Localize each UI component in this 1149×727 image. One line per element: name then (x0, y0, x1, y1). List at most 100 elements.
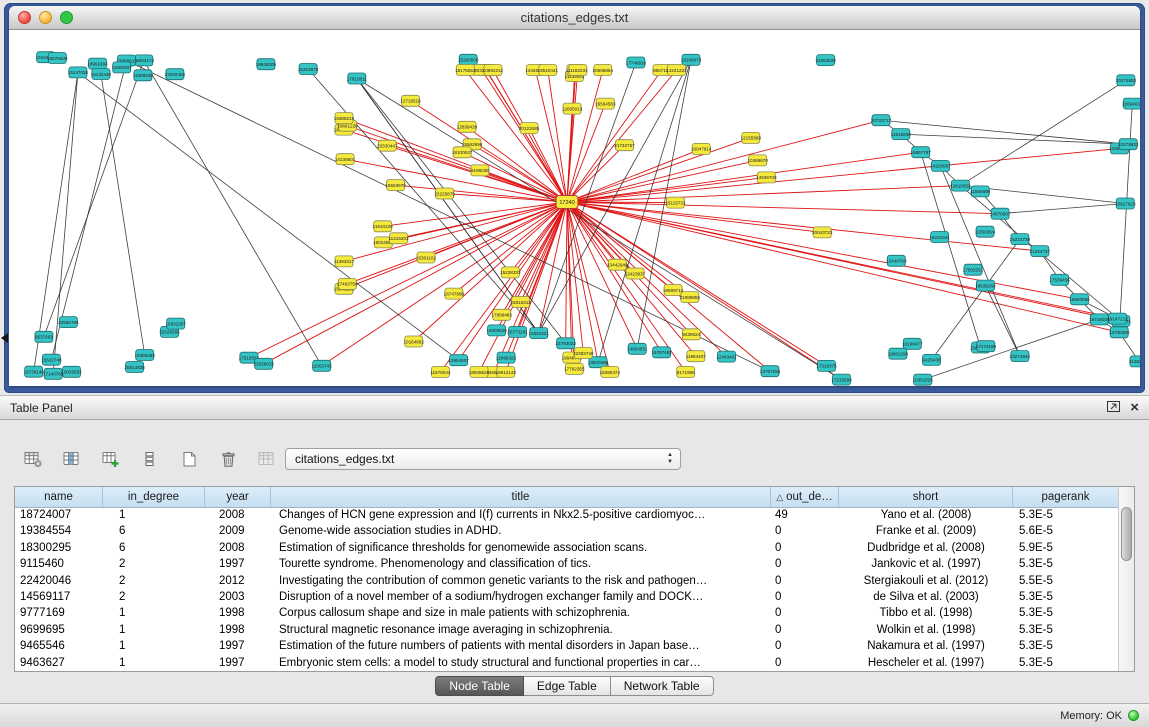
svg-text:17762355: 17762355 (564, 367, 585, 372)
svg-text:19797481: 19797481 (651, 350, 672, 355)
svg-text:10892212: 10892212 (483, 68, 504, 73)
column-header-out-degree[interactable]: △out_de… (771, 487, 839, 507)
close-window-button[interactable] (18, 11, 31, 24)
tab-edge-table[interactable]: Edge Table (524, 676, 611, 696)
table-cell: 0 (771, 589, 839, 605)
minimize-window-button[interactable] (39, 11, 52, 24)
float-panel-icon[interactable] (1107, 396, 1120, 420)
show-columns-icon[interactable] (59, 447, 85, 471)
svg-text:14870907: 14870907 (990, 212, 1011, 217)
svg-text:14939709: 14939709 (756, 175, 777, 180)
table-row[interactable]: 1872400712008Changes of HCN gene express… (15, 507, 1119, 523)
table-cell: 2 (103, 589, 205, 605)
scrollbar-thumb[interactable] (1121, 507, 1132, 561)
svg-text:14220687: 14220687 (930, 164, 951, 169)
table-settings-icon[interactable] (20, 447, 46, 471)
table-cell: 0 (771, 556, 839, 572)
svg-text:21989855: 21989855 (680, 295, 701, 300)
svg-text:20814838: 20814838 (124, 365, 145, 370)
svg-text:12810652: 12810652 (950, 183, 971, 188)
add-column-icon[interactable] (98, 447, 124, 471)
table-row[interactable]: 2242004622012Investigating the contribut… (15, 573, 1119, 589)
table-cell: Wolkin et al. (1998) (839, 622, 1013, 638)
column-header-in-degree[interactable]: in_degree (103, 487, 205, 507)
table-cell: Hescheler et al. (1997) (839, 655, 1013, 671)
row-height-icon[interactable] (137, 447, 163, 471)
table-cell: 6 (103, 540, 205, 556)
svg-text:20174803: 20174803 (1116, 78, 1137, 83)
column-header-short[interactable]: short (839, 487, 1013, 507)
svg-text:22036015: 22036015 (253, 362, 274, 367)
svg-text:19945305: 19945305 (256, 62, 277, 67)
table-toolbar: f(x) (20, 446, 319, 472)
svg-text:10389670: 10389670 (747, 158, 768, 163)
table-cell: 18724007 (15, 507, 103, 523)
table-cell: 1 (103, 507, 205, 523)
column-header-name[interactable]: name (15, 487, 103, 507)
table-cell: 5.3E-5 (1013, 605, 1119, 621)
table-vertical-scrollbar[interactable] (1118, 487, 1134, 671)
memory-status-indicator[interactable] (1128, 710, 1139, 721)
svg-text:22793023: 22793023 (555, 341, 576, 346)
table-row[interactable]: 946554611997Estimation of the future num… (15, 638, 1119, 654)
dropdown-arrows-icon: ▲▼ (667, 452, 673, 466)
tab-node-table[interactable]: Node Table (435, 676, 524, 696)
svg-text:18812145: 18812145 (496, 370, 517, 375)
table-cell: 5.3E-5 (1013, 655, 1119, 671)
table-cell: Stergiakouli et al. (2012) (839, 573, 1013, 589)
svg-text:10522321: 10522321 (528, 331, 549, 336)
svg-text:13797256: 13797256 (760, 369, 781, 374)
window-titlebar[interactable]: citations_edges.txt (9, 6, 1140, 30)
svg-text:21254737: 21254737 (1030, 249, 1051, 254)
table-row[interactable]: 911546021997Tourette syndrome. Phenomeno… (15, 556, 1119, 572)
column-header-pagerank[interactable]: pagerank (1013, 487, 1119, 507)
table-row[interactable]: 946362711997Embryonic stem cells: a mode… (15, 655, 1119, 671)
status-bar: Memory: OK (0, 703, 1149, 727)
svg-text:11682607: 11682607 (112, 65, 133, 70)
table-cell: Dudbridge et al. (2008) (839, 540, 1013, 556)
svg-text:12155899: 12155899 (741, 136, 762, 141)
network-canvas[interactable]: 1108893014664173189624942305661310434612… (9, 30, 1140, 386)
table-cell: Embryonic stem cells: a model to study s… (271, 655, 771, 671)
svg-text:18650555: 18650555 (1069, 297, 1090, 302)
table-row[interactable]: 977716911998Corpus callosum shape and si… (15, 605, 1119, 621)
table-cell: Estimation of the future numbers of pati… (271, 638, 771, 654)
svg-text:23302403: 23302403 (165, 72, 186, 77)
svg-text:15318878: 15318878 (298, 67, 319, 72)
close-panel-icon[interactable]: × (1130, 396, 1139, 420)
svg-text:9537603: 9537603 (35, 335, 53, 340)
svg-text:12444760: 12444760 (886, 259, 907, 264)
svg-text:20043723: 20043723 (812, 230, 833, 235)
table-cell: 9465546 (15, 638, 103, 654)
panel-collapse-arrow[interactable] (1, 333, 8, 343)
column-header-year[interactable]: year (205, 487, 271, 507)
svg-text:12695013: 12695013 (562, 106, 583, 111)
svg-text:12423937: 12423937 (625, 271, 646, 276)
zoom-window-button[interactable] (60, 11, 73, 24)
table-row[interactable]: 1830029562008Estimation of significance … (15, 540, 1119, 556)
svg-text:11576044: 11576044 (430, 370, 451, 375)
svg-text:11996322: 11996322 (496, 355, 517, 360)
delete-table-icon[interactable] (215, 447, 241, 471)
table-cell: 19384554 (15, 523, 103, 539)
table-header-row: name in_degree year title △out_de… short… (15, 487, 1119, 508)
table-source-dropdown[interactable]: citations_edges.txt ▲▼ (285, 448, 681, 470)
column-header-title[interactable]: title (271, 487, 771, 507)
svg-text:16564583: 16564583 (595, 101, 616, 106)
svg-text:15223739: 15223739 (1010, 237, 1031, 242)
table-row[interactable]: 969969511998Structural magnetic resonanc… (15, 622, 1119, 638)
svg-text:18599714: 18599714 (663, 288, 684, 293)
svg-text:15115732: 15115732 (665, 200, 686, 205)
new-table-icon[interactable] (176, 447, 202, 471)
table-cell: 2012 (205, 573, 271, 589)
table-row[interactable]: 1456911722003Disruption of a novel membe… (15, 589, 1119, 605)
table-row[interactable]: 1938455462009Genome-wide association stu… (15, 523, 1119, 539)
import-table-icon[interactable] (254, 447, 280, 471)
svg-text:12443461: 12443461 (716, 354, 737, 359)
tab-network-table[interactable]: Network Table (611, 676, 714, 696)
table-cell: Investigating the contribution of common… (271, 573, 771, 589)
network-graph[interactable]: 1108893014664173189624942305661310434612… (9, 30, 1140, 386)
svg-text:14241223: 14241223 (666, 68, 687, 73)
svg-text:22383748: 22383748 (573, 351, 594, 356)
table-cell: 5.3E-5 (1013, 507, 1119, 523)
